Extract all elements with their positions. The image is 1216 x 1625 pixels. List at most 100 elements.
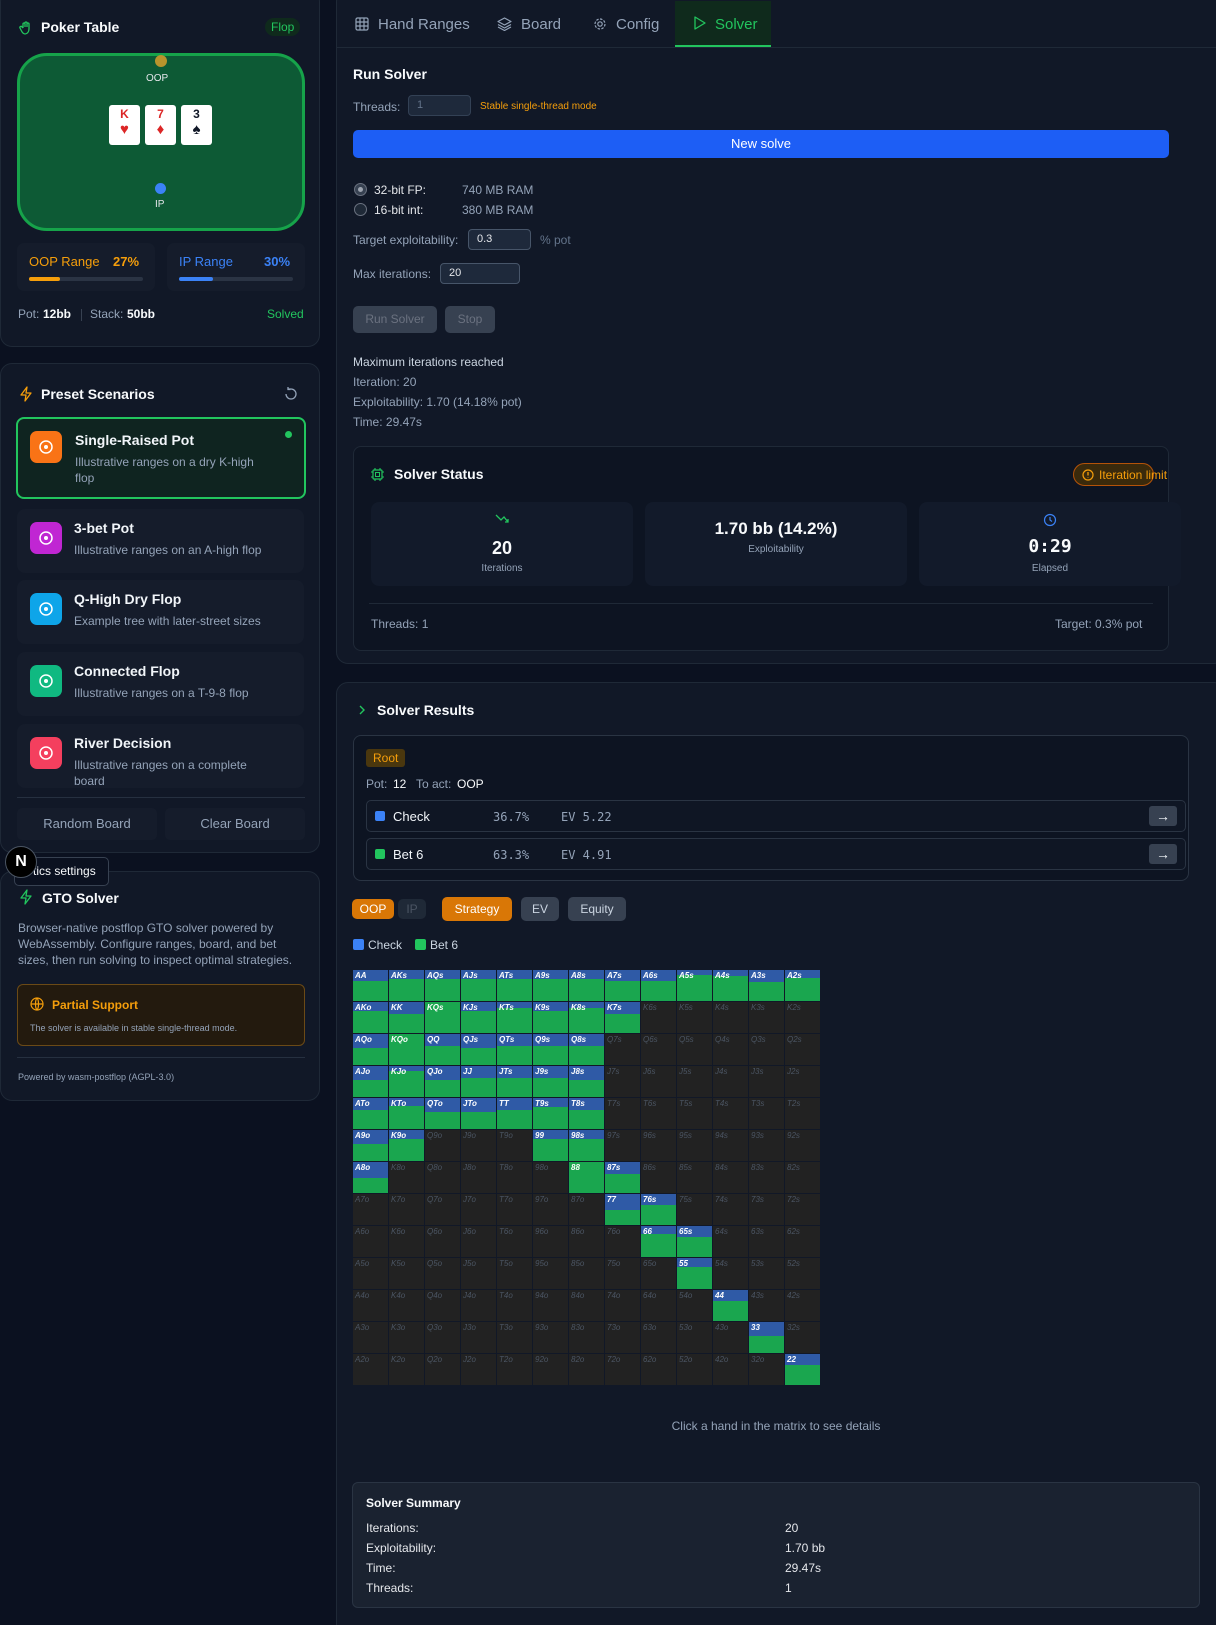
hand-cell[interactable]: 84o (569, 1290, 604, 1321)
hand-cell[interactable]: Q6s (641, 1034, 676, 1065)
hand-cell[interactable]: Q5o (425, 1258, 460, 1289)
hand-cell[interactable]: 72o (605, 1354, 640, 1385)
hand-cell[interactable]: JTs (497, 1066, 532, 1097)
hand-cell[interactable]: 86s (641, 1162, 676, 1193)
hand-cell[interactable]: K4s (713, 1002, 748, 1033)
hand-cell[interactable]: A5s (677, 970, 712, 1001)
hand-cell[interactable]: Q4s (713, 1034, 748, 1065)
hand-cell[interactable]: 85s (677, 1162, 712, 1193)
target-input[interactable]: 0.3 (468, 229, 531, 250)
hand-cell[interactable]: K6s (641, 1002, 676, 1033)
view-ev-button[interactable]: EV (521, 897, 559, 921)
hand-cell[interactable]: 87s (605, 1162, 640, 1193)
hand-cell[interactable]: KJo (389, 1066, 424, 1097)
hand-cell[interactable]: 52o (677, 1354, 712, 1385)
hand-cell[interactable]: 74s (713, 1194, 748, 1225)
hand-cell[interactable]: Q8s (569, 1034, 604, 1065)
hand-cell[interactable]: Q5s (677, 1034, 712, 1065)
hand-cell[interactable]: T8o (497, 1162, 532, 1193)
hand-cell[interactable]: AKs (389, 970, 424, 1001)
hand-cell[interactable]: J4s (713, 1066, 748, 1097)
hand-cell[interactable]: JJ (461, 1066, 496, 1097)
hand-cell[interactable]: T7o (497, 1194, 532, 1225)
hand-cell[interactable]: K3o (389, 1322, 424, 1353)
hand-cell[interactable]: 76s (641, 1194, 676, 1225)
hand-cell[interactable]: K6o (389, 1226, 424, 1257)
hand-cell[interactable]: 42o (713, 1354, 748, 1385)
hand-cell[interactable]: QJs (461, 1034, 496, 1065)
hand-cell[interactable]: Q2s (785, 1034, 820, 1065)
hand-cell[interactable]: A9o (353, 1130, 388, 1161)
board-card[interactable]: 3 ♠ (181, 105, 212, 145)
hand-cell[interactable]: QQ (425, 1034, 460, 1065)
hand-cell[interactable]: Q9o (425, 1130, 460, 1161)
hand-cell[interactable]: J3o (461, 1322, 496, 1353)
hand-cell[interactable]: J9s (533, 1066, 568, 1097)
hand-cell[interactable]: J5o (461, 1258, 496, 1289)
hand-cell[interactable]: K5s (677, 1002, 712, 1033)
hand-cell[interactable]: K9o (389, 1130, 424, 1161)
hand-cell[interactable]: T4s (713, 1098, 748, 1129)
int16-radio[interactable] (354, 203, 367, 216)
hand-cell[interactable]: T6o (497, 1226, 532, 1257)
preset-card[interactable]: Single-Raised Pot Illustrative ranges on … (16, 417, 306, 499)
hand-cell[interactable]: KQs (425, 1002, 460, 1033)
chevron-right-icon[interactable] (357, 704, 367, 716)
hand-cell[interactable]: 93o (533, 1322, 568, 1353)
hand-cell[interactable]: A8s (569, 970, 604, 1001)
hand-cell[interactable]: J7s (605, 1066, 640, 1097)
hand-cell[interactable]: 94o (533, 1290, 568, 1321)
hand-cell[interactable]: 87o (569, 1194, 604, 1225)
hand-cell[interactable]: 72s (785, 1194, 820, 1225)
hand-cell[interactable]: 95s (677, 1130, 712, 1161)
hand-cell[interactable]: A6s (641, 970, 676, 1001)
hand-cell[interactable]: 44 (713, 1290, 748, 1321)
hand-cell[interactable]: T9s (533, 1098, 568, 1129)
hand-cell[interactable]: 85o (569, 1258, 604, 1289)
clear-board-button[interactable]: Clear Board (165, 808, 305, 840)
action-navigate-button[interactable]: → (1149, 806, 1177, 826)
hand-cell[interactable]: A7o (353, 1194, 388, 1225)
action-row[interactable]: Check 36.7% EV 5.22 → (366, 800, 1186, 832)
hand-cell[interactable]: T3s (749, 1098, 784, 1129)
hand-cell[interactable]: J2s (785, 1066, 820, 1097)
hand-cell[interactable]: 33 (749, 1322, 784, 1353)
hand-cell[interactable]: T4o (497, 1290, 532, 1321)
hand-cell[interactable]: 86o (569, 1226, 604, 1257)
tab-hand-ranges[interactable]: Hand Ranges (355, 1, 483, 47)
hand-cell[interactable]: Q2o (425, 1354, 460, 1385)
hand-cell[interactable]: 53o (677, 1322, 712, 1353)
hand-cell[interactable]: 62o (641, 1354, 676, 1385)
random-board-button[interactable]: Random Board (17, 808, 157, 840)
hand-cell[interactable]: J6o (461, 1226, 496, 1257)
hand-cell[interactable]: KTo (389, 1098, 424, 1129)
hand-cell[interactable]: A4s (713, 970, 748, 1001)
hand-cell[interactable]: 55 (677, 1258, 712, 1289)
hand-cell[interactable]: 22 (785, 1354, 820, 1385)
hand-cell[interactable]: QJo (425, 1066, 460, 1097)
hand-cell[interactable]: K2s (785, 1002, 820, 1033)
hand-cell[interactable]: 64s (713, 1226, 748, 1257)
hand-cell[interactable]: AJs (461, 970, 496, 1001)
hand-cell[interactable]: A4o (353, 1290, 388, 1321)
hand-cell[interactable]: Q7s (605, 1034, 640, 1065)
hand-cell[interactable]: 76o (605, 1226, 640, 1257)
hand-cell[interactable]: 54o (677, 1290, 712, 1321)
hand-cell[interactable]: 74o (605, 1290, 640, 1321)
hand-cell[interactable]: 52s (785, 1258, 820, 1289)
hand-cell[interactable]: KK (389, 1002, 424, 1033)
hand-cell[interactable]: 62s (785, 1226, 820, 1257)
hand-cell[interactable]: 99 (533, 1130, 568, 1161)
oop-range-box[interactable]: OOP Range 27% (17, 243, 155, 291)
hand-cell[interactable]: 75o (605, 1258, 640, 1289)
hand-cell[interactable]: Q3s (749, 1034, 784, 1065)
hand-cell[interactable]: A5o (353, 1258, 388, 1289)
hand-cell[interactable]: T6s (641, 1098, 676, 1129)
hand-cell[interactable]: K7s (605, 1002, 640, 1033)
hand-cell[interactable]: 92s (785, 1130, 820, 1161)
board-card[interactable]: 7 ♦ (145, 105, 176, 145)
hand-cell[interactable]: 54s (713, 1258, 748, 1289)
hand-cell[interactable]: QTs (497, 1034, 532, 1065)
reset-icon[interactable] (284, 387, 298, 401)
fp32-radio[interactable] (354, 183, 367, 196)
